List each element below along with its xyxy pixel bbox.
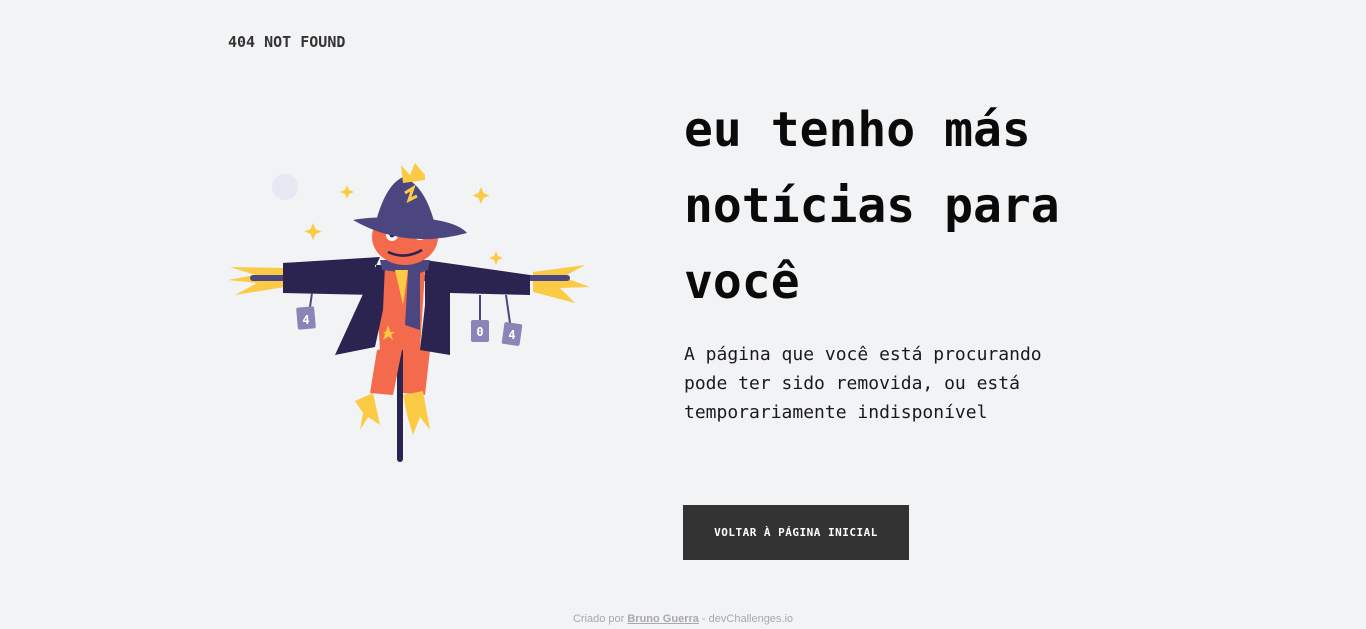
hat-straw (401, 163, 425, 183)
page-label: 404 NOT FOUND (228, 33, 346, 51)
sign-left: 4 (296, 292, 316, 330)
author-link[interactable]: Bruno Guerra (627, 613, 699, 625)
scarecrow-illustration: 4 0 4 (228, 163, 590, 462)
footer-prefix: Criado por (572, 613, 625, 625)
hat-top (375, 177, 435, 225)
coat-left-arm (283, 259, 375, 295)
svg-text:4: 4 (508, 328, 515, 342)
sign-right: 4 (501, 294, 523, 346)
footer: Criado por Bruno Guerra - devChallenges.… (0, 613, 1366, 625)
page-description: A página que você está procurando pode t… (684, 344, 1042, 423)
svg-text:4: 4 (302, 313, 309, 327)
straw-foot-right (403, 391, 430, 435)
leg-right (403, 345, 430, 395)
back-home-button[interactable]: VOLTAR À PÁGINA INICIAL (683, 505, 909, 560)
footer-suffix: - devChallenges.io (701, 613, 794, 625)
page-headline: eu tenho más notícias para você (684, 102, 1060, 310)
sign-middle: 0 (471, 295, 489, 342)
straw-right (533, 265, 590, 303)
svg-text:0: 0 (476, 325, 483, 339)
moon-decoration (272, 174, 298, 200)
straw-foot-left (355, 393, 380, 430)
